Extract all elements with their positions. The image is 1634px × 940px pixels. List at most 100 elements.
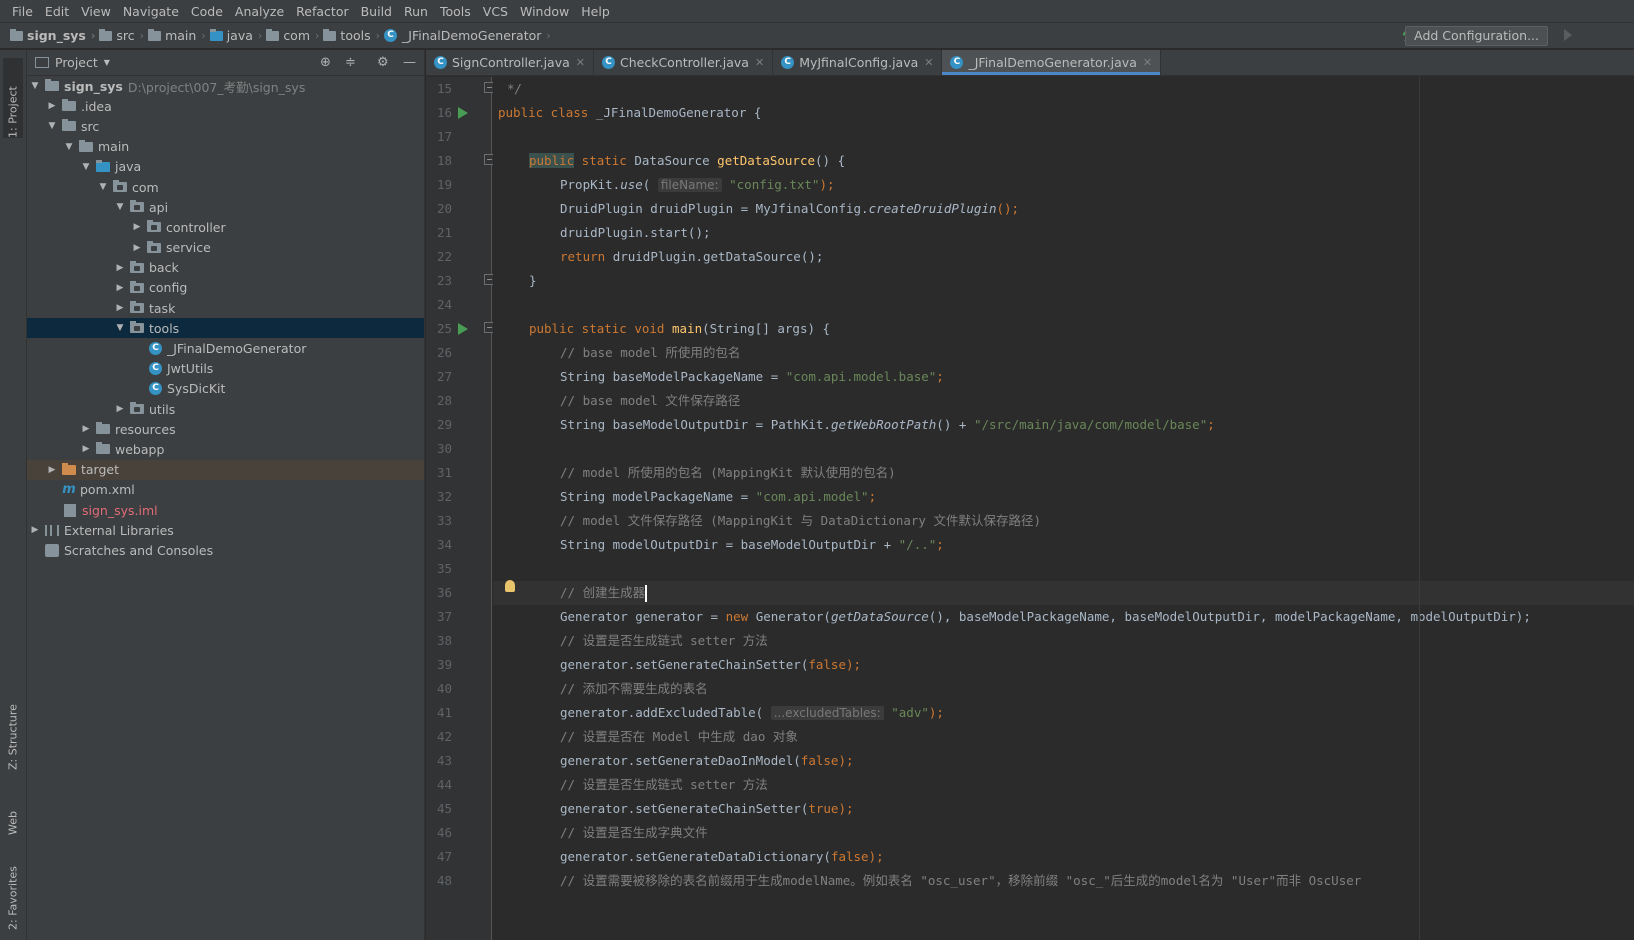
line-number: 30 xyxy=(436,441,452,456)
tree-item-api[interactable]: ▼ api xyxy=(27,197,424,217)
chevron-down-icon[interactable]: ▼ xyxy=(29,81,41,91)
tool-tab-label: 2: Favorites xyxy=(6,866,20,930)
chevron-right-icon[interactable]: ▶ xyxy=(131,222,143,232)
editor-gutter[interactable]: 15 16 17 18 19 20 21 22 23 24 25 26 27 2… xyxy=(426,77,495,940)
code-line-44: // 设置是否生成链式 setter 方法 xyxy=(493,773,1634,797)
chevron-down-icon[interactable]: ▼ xyxy=(114,202,126,212)
menu-analyze[interactable]: Analyze xyxy=(229,0,290,23)
tree-item-back[interactable]: ▶ back xyxy=(27,258,424,278)
tree-item-com[interactable]: ▼ com xyxy=(27,177,424,197)
tree-item-resources[interactable]: ▶ resources xyxy=(27,419,424,439)
tab-myjfinalconfig[interactable]: C MyJfinalConfig.java ✕ xyxy=(773,50,943,75)
tree-item-service[interactable]: ▶ service xyxy=(27,238,424,258)
tool-tab-project[interactable]: 1: Project xyxy=(3,58,23,138)
code-token: // base model 所使用的包名 xyxy=(560,345,741,360)
chevron-right-icon[interactable]: ▶ xyxy=(46,465,58,475)
menu-edit[interactable]: Edit xyxy=(39,0,75,23)
chevron-right-icon[interactable]: ▶ xyxy=(46,101,58,111)
tree-item-external-libraries[interactable]: ▶ External Libraries xyxy=(27,520,424,540)
chevron-right-icon[interactable]: ▶ xyxy=(114,263,126,273)
chevron-right-icon[interactable]: ▶ xyxy=(114,283,126,293)
tab-label: CheckController.java xyxy=(620,55,749,70)
chevron-right-icon[interactable]: ▶ xyxy=(114,303,126,313)
lightbulb-icon[interactable] xyxy=(505,580,515,592)
code-token: use xyxy=(620,177,643,192)
menu-code[interactable]: Code xyxy=(185,0,229,23)
tree-item-controller[interactable]: ▶ controller xyxy=(27,217,424,237)
locate-icon[interactable]: ⊕ xyxy=(320,55,331,70)
breadcrumb-main[interactable]: main › xyxy=(148,28,206,43)
line-number: 26 xyxy=(436,345,452,360)
tree-item-target[interactable]: ▶ target xyxy=(27,459,424,480)
chevron-down-icon[interactable]: ▼ xyxy=(97,182,109,192)
tree-item-tools[interactable]: ▼ tools xyxy=(27,318,424,339)
collapse-all-icon[interactable]: ≑ xyxy=(345,55,356,70)
chevron-down-icon[interactable]: ▼ xyxy=(104,58,110,67)
tree-item-label: resources xyxy=(115,421,176,437)
menu-window[interactable]: Window xyxy=(514,0,575,23)
tree-item-sysdickit[interactable]: C SysDicKit xyxy=(27,379,424,399)
run-gutter-icon[interactable] xyxy=(458,107,468,119)
tree-item-main[interactable]: ▼ main xyxy=(27,137,424,157)
run-gutter-icon[interactable] xyxy=(458,323,468,335)
run-icon[interactable] xyxy=(1564,29,1572,41)
menu-tools[interactable]: Tools xyxy=(434,0,477,23)
tab-signcontroller[interactable]: C SignController.java ✕ xyxy=(426,50,594,75)
menu-refactor[interactable]: Refactor xyxy=(290,0,354,23)
tool-tab-web[interactable]: Web xyxy=(3,790,23,835)
tree-item-idea[interactable]: ▶ .idea xyxy=(27,96,424,116)
menu-vcs[interactable]: VCS xyxy=(477,0,514,23)
gear-icon[interactable]: ⚙ xyxy=(377,55,389,70)
tab-jfinaldemogenerator[interactable]: C _JFinalDemoGenerator.java ✕ xyxy=(942,50,1162,75)
tree-item-src[interactable]: ▼ src xyxy=(27,116,424,136)
project-panel-title[interactable]: Project xyxy=(55,55,98,70)
menu-file[interactable]: File xyxy=(6,0,39,23)
breadcrumb-java[interactable]: java › xyxy=(209,28,262,43)
close-icon[interactable]: ✕ xyxy=(576,56,585,69)
menu-run[interactable]: Run xyxy=(398,0,434,23)
tool-tab-favorites[interactable]: 2: Favorites xyxy=(3,845,23,930)
tree-item-jfinaldemogenerator[interactable]: C _JFinalDemoGenerator xyxy=(27,338,424,358)
chevron-down-icon[interactable]: ▼ xyxy=(80,162,92,172)
close-icon[interactable]: ✕ xyxy=(755,56,764,69)
code-editor[interactable]: */ public class _JFinalDemoGenerator { p… xyxy=(493,77,1634,940)
gutter-line: 19 xyxy=(426,173,492,197)
menu-build[interactable]: Build xyxy=(355,0,398,23)
hide-icon[interactable]: — xyxy=(403,55,416,70)
breadcrumb-class[interactable]: C _JFinalDemoGenerator › xyxy=(384,28,551,43)
tree-item-task[interactable]: ▶ task xyxy=(27,298,424,318)
chevron-right-icon[interactable]: ▶ xyxy=(114,404,126,414)
chevron-right-icon[interactable]: ▶ xyxy=(131,243,143,253)
chevron-right-icon[interactable]: ▶ xyxy=(80,444,92,454)
chevron-down-icon[interactable]: ▼ xyxy=(114,323,126,333)
navigation-bar: sign_sys › src › main › java › com › tools › C… xyxy=(0,23,1634,49)
chevron-right-icon[interactable]: ▶ xyxy=(80,424,92,434)
close-icon[interactable]: ✕ xyxy=(1143,56,1152,69)
library-icon xyxy=(45,524,59,536)
menu-view[interactable]: View xyxy=(75,0,117,23)
tree-item-pom-xml[interactable]: m pom.xml xyxy=(27,480,424,500)
tree-item-java[interactable]: ▼ java xyxy=(27,157,424,177)
tree-item-webapp[interactable]: ▶ webapp xyxy=(27,439,424,459)
tree-item-config[interactable]: ▶ config xyxy=(27,278,424,298)
chevron-down-icon[interactable]: ▼ xyxy=(63,142,75,152)
menu-navigate[interactable]: Navigate xyxy=(117,0,185,23)
chevron-right-icon[interactable]: ▶ xyxy=(29,525,41,535)
tab-checkcontroller[interactable]: C CheckController.java ✕ xyxy=(594,50,774,75)
tree-item-utils[interactable]: ▶ utils xyxy=(27,399,424,419)
tree-item-scratches[interactable]: Scratches and Consoles xyxy=(27,540,424,560)
tree-item-sign-sys[interactable]: ▼ sign_sys D:\project\007_考勤\sign_sys xyxy=(27,76,424,96)
breadcrumb-project[interactable]: sign_sys › xyxy=(10,28,95,43)
breadcrumb-com[interactable]: com › xyxy=(266,28,319,43)
tree-item-sign-sys-iml[interactable]: sign_sys.iml xyxy=(27,500,424,520)
resources-folder-icon xyxy=(96,422,110,435)
menu-help[interactable]: Help xyxy=(575,0,616,23)
breadcrumb-src[interactable]: src › xyxy=(99,28,144,43)
chevron-down-icon[interactable]: ▼ xyxy=(46,121,58,131)
tool-tab-structure[interactable]: Z: Structure xyxy=(3,690,23,770)
chevron-right-icon: › xyxy=(139,29,145,42)
breadcrumb-tools[interactable]: tools › xyxy=(323,28,380,43)
tree-item-jwtutils[interactable]: C JwtUtils xyxy=(27,359,424,379)
close-icon[interactable]: ✕ xyxy=(924,56,933,69)
add-configuration-button[interactable]: Add Configuration... xyxy=(1405,26,1548,46)
